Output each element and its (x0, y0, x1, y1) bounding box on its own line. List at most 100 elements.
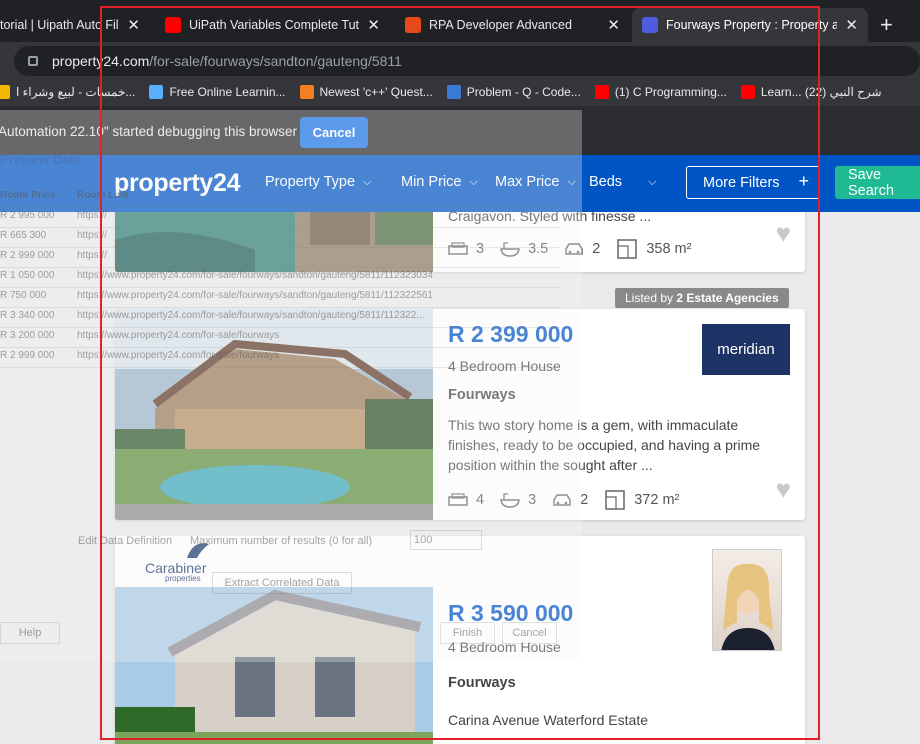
agent-portrait (721, 563, 775, 650)
filter-label: Property Type (265, 174, 356, 190)
new-tab-button[interactable]: + (880, 12, 893, 38)
listed-by-badge: Listed by 2 Estate Agencies (615, 288, 789, 308)
carabiner-logo-sub: properties (165, 574, 201, 583)
listing-card[interactable]: Carabiner properties R 3 590 000 4 Bedro… (115, 536, 805, 744)
chevron-down-icon: ⌵ (567, 175, 576, 188)
floor-size-value: 358 m² (646, 241, 692, 257)
bookmark-item[interactable]: Newest 'c++' Quest... (299, 85, 433, 99)
bath-icon (500, 242, 520, 257)
listing-price: R 2 399 000 (448, 321, 574, 347)
listing-photo (115, 309, 433, 520)
tab-title: torial | Uipath Auto Fill (0, 18, 120, 32)
bookmark-item[interactable]: Problem - Q - Code... (446, 85, 581, 99)
tab-uipath-autofill[interactable]: torial | Uipath Auto Fill ✕ (0, 8, 150, 42)
chevron-down-icon: ⌵ (363, 175, 372, 188)
bookmark-item[interactable]: خمسات - لبيع وشراء ا... (0, 85, 135, 99)
tab-title: Fourways Property : Property and (666, 18, 838, 32)
listing-photo (115, 587, 433, 744)
bath-icon (500, 493, 520, 508)
youtube-icon (740, 85, 755, 99)
filter-beds[interactable]: Beds ⌵ (589, 174, 656, 190)
garages: 2 (564, 241, 600, 257)
agency-logo-meridian[interactable]: meridian (702, 324, 790, 375)
garages-count: 2 (592, 241, 601, 257)
tab-title: UiPath Variables Complete Tutori (189, 18, 360, 32)
agent-photo[interactable] (712, 549, 782, 651)
filter-property-type[interactable]: Property Type ⌵ (265, 174, 371, 190)
badge-agency-count: 2 Estate Agencies (676, 291, 779, 305)
listing-type: 4 Bedroom House (448, 639, 561, 655)
agency-logo-carabiner[interactable]: Carabiner properties (145, 540, 235, 588)
listing-address: Carina Avenue Waterford Estate (448, 712, 648, 728)
save-search-button[interactable]: Save Search (835, 166, 920, 199)
favourite-heart-icon[interactable]: ♥ (776, 218, 791, 249)
listing-suburb: Fourways (448, 387, 516, 403)
bookmark-label: Learn... شرح النبي (22) (760, 85, 882, 99)
listing-card[interactable]: meridian R 2 399 000 4 Bedroom House Fou… (115, 309, 805, 520)
url-path: /for-sale/fourways/sandton/gauteng/5811 (149, 53, 402, 69)
close-tab-icon[interactable]: ✕ (845, 16, 858, 34)
floor-size-icon (605, 490, 625, 510)
stackoverflow-icon (299, 85, 314, 99)
car-icon (565, 243, 583, 255)
favourite-heart-icon[interactable]: ♥ (776, 474, 791, 505)
bookmark-label: خمسات - لبيع وشراء ا... (16, 85, 136, 99)
close-tab-icon[interactable]: ✕ (127, 16, 140, 34)
listing-description: This two story home is a gem, with immac… (448, 417, 761, 473)
filter-max-price[interactable]: Max Price ⌵ (495, 174, 576, 190)
tab-uipath-variables[interactable]: UiPath Variables Complete Tutori ✕ (155, 8, 390, 42)
floor-size: 358 m² (616, 238, 691, 260)
infobar-message: Automation 22.10" started debugging this… (0, 123, 297, 139)
cancel-debugging-button[interactable]: Cancel (300, 117, 368, 148)
bookmarks-bar: خمسات - لبيع وشراء ا... Free Online Lear… (0, 78, 920, 106)
garages: 2 (552, 492, 588, 508)
bedrooms-count: 4 (476, 492, 485, 508)
chevron-down-icon: ⌵ (469, 175, 478, 188)
bookmark-item[interactable]: Free Online Learnin... (149, 85, 286, 99)
floor-size-value: 372 m² (634, 492, 680, 508)
tab-fourways-property[interactable]: Fourways Property : Property and ✕ (632, 8, 868, 42)
address-bar[interactable]: property24.com /for-sale/fourways/sandto… (14, 46, 920, 76)
bed-icon (448, 493, 468, 506)
site-header: property24 Property Type ⌵ Min Price ⌵ M… (0, 155, 920, 212)
filter-label: Beds (589, 174, 623, 190)
close-tab-icon[interactable]: ✕ (367, 16, 380, 34)
youtube-icon (165, 17, 181, 33)
bathrooms-count: 3 (528, 492, 537, 508)
youtube-icon (594, 85, 609, 99)
listing-features: 3 3.5 2 358 m² (448, 238, 707, 260)
bathrooms: 3 (500, 492, 536, 508)
bar-chart-icon (446, 85, 461, 99)
bed-icon (448, 242, 468, 255)
bedrooms: 4 (448, 492, 484, 508)
more-filters-button[interactable]: More Filters + (686, 166, 820, 199)
filter-min-price[interactable]: Min Price ⌵ (401, 174, 478, 190)
property24-icon (642, 17, 658, 33)
more-filters-label: More Filters (703, 174, 780, 191)
garages-count: 2 (580, 492, 589, 508)
lock-icon (28, 56, 38, 66)
bookmark-label: (1) C Programming... (614, 85, 727, 99)
tab-rpa-developer[interactable]: RPA Developer Advanced ✕ (395, 8, 630, 42)
bathrooms-count: 3.5 (528, 241, 549, 257)
close-tab-icon[interactable]: ✕ (607, 16, 620, 34)
carabiner-logo-mark (187, 543, 209, 558)
bookmark-icon (0, 85, 10, 99)
tab-title: RPA Developer Advanced (429, 18, 572, 32)
listing-features: 4 3 2 372 m² (448, 489, 695, 511)
infinity-icon (149, 85, 164, 99)
bedrooms-count: 3 (476, 241, 485, 257)
uipath-icon (405, 17, 421, 33)
floor-size-icon (617, 239, 638, 259)
property24-logo[interactable]: property24 (114, 169, 241, 198)
bookmark-label: Problem - Q - Code... (466, 85, 581, 99)
filter-label: Min Price (401, 174, 462, 190)
listing-results: Craigavon. Styled with finesse ... 3 3.5… (0, 212, 920, 744)
address-bar-row: property24.com /for-sale/fourways/sandto… (0, 42, 920, 78)
badge-prefix: Listed by (625, 291, 677, 305)
listing-card[interactable]: Craigavon. Styled with finesse ... 3 3.5… (115, 212, 805, 272)
bookmark-item[interactable]: Learn... شرح النبي (22) (740, 85, 882, 99)
debugging-infobar: Automation 22.10" started debugging this… (0, 106, 920, 156)
bookmark-item[interactable]: (1) C Programming... (594, 85, 727, 99)
url-host: property24.com (52, 53, 150, 69)
